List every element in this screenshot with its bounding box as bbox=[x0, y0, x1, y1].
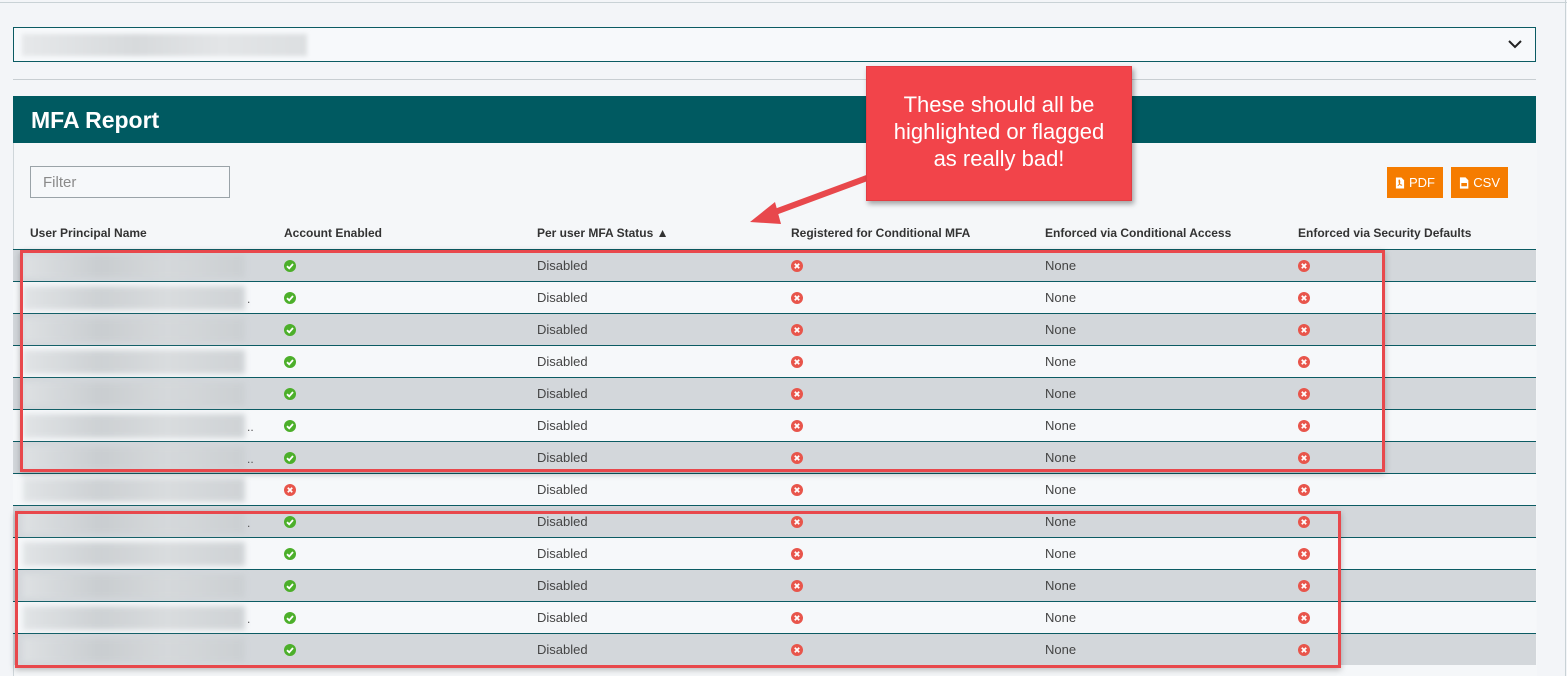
column-header-upn[interactable]: User Principal Name bbox=[30, 226, 147, 240]
filter-input[interactable] bbox=[30, 166, 230, 198]
blurred-user-principal-name bbox=[23, 478, 245, 502]
top-border bbox=[0, 2, 1567, 3]
tenant-dropdown[interactable] bbox=[13, 27, 1536, 62]
section-divider bbox=[13, 79, 1536, 80]
mfa-status-cell: Disabled bbox=[537, 482, 588, 497]
export-csv-button[interactable]: CSV bbox=[1451, 167, 1508, 198]
csv-label: CSV bbox=[1473, 175, 1500, 190]
pdf-file-icon bbox=[1395, 177, 1405, 188]
right-border bbox=[1565, 0, 1566, 676]
x-circle-icon bbox=[791, 484, 803, 496]
callout-line-2: highlighted or flagged bbox=[893, 119, 1105, 144]
table-row[interactable]: Disabled None bbox=[13, 473, 1536, 505]
column-header-enforced-security-defaults[interactable]: Enforced via Security Defaults bbox=[1298, 226, 1471, 240]
chevron-down-icon bbox=[1508, 40, 1522, 49]
column-header-enforced-conditional-access[interactable]: Enforced via Conditional Access bbox=[1045, 226, 1231, 240]
column-header-account-enabled[interactable]: Account Enabled bbox=[284, 226, 382, 240]
x-circle-icon bbox=[1298, 484, 1310, 496]
report-header: MFA Report bbox=[13, 96, 1536, 143]
x-circle-icon bbox=[284, 484, 296, 496]
blurred-selected-value bbox=[22, 34, 307, 56]
conditional-access-cell: None bbox=[1045, 482, 1077, 497]
pdf-label: PDF bbox=[1409, 175, 1435, 190]
csv-file-icon bbox=[1459, 176, 1469, 189]
report-title: MFA Report bbox=[31, 107, 160, 133]
callout-arrow bbox=[750, 175, 870, 224]
annotation-callout: These should all be highlighted or flagg… bbox=[866, 66, 1132, 201]
column-header-mfa-status[interactable]: Per user MFA Status ▲ bbox=[537, 226, 668, 240]
export-pdf-button[interactable]: PDF bbox=[1387, 167, 1443, 198]
highlight-box-upper bbox=[20, 250, 1385, 472]
highlight-box-lower bbox=[15, 511, 1341, 668]
callout-line-1: These should all be bbox=[903, 92, 1095, 117]
callout-line-3: as really bad! bbox=[933, 146, 1065, 171]
